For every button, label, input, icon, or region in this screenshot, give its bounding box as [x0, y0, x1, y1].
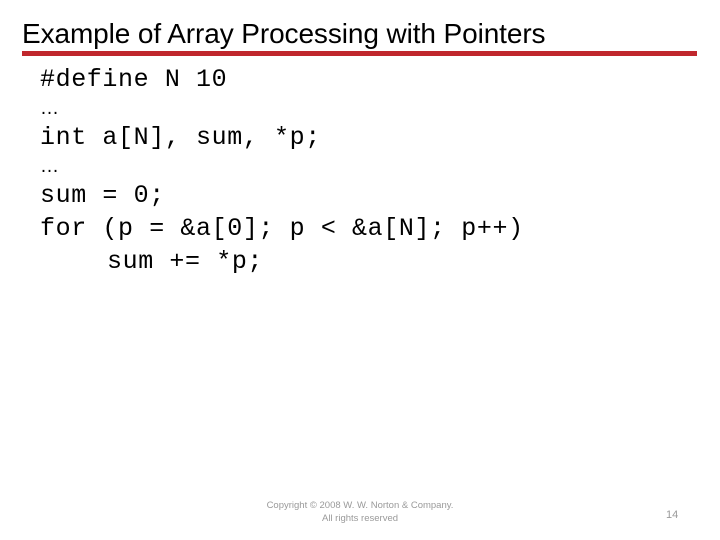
- copyright-line-2: All rights reserved: [321, 513, 399, 524]
- page-number: 14: [666, 509, 679, 521]
- title-underline-rule: [22, 51, 697, 56]
- code-line-define: #define N 10: [40, 65, 228, 94]
- footer-copyright: Copyright © 2008 W. W. Norton & Company.…: [0, 499, 720, 525]
- code-block: #define N 10 … int a[N], sum, *p; … sum …: [40, 63, 700, 278]
- code-line-ellipsis-2: …: [40, 156, 59, 177]
- copyright-line-1: Copyright © 2008 W. W. Norton & Company.: [266, 500, 454, 511]
- code-line-ellipsis-1: …: [40, 98, 59, 119]
- code-line-for-loop: for (p = &a[0]; p < &a[N]; p++): [40, 214, 524, 243]
- code-line-loop-body: sum += *p;: [107, 247, 264, 276]
- code-line-sum-init: sum = 0;: [40, 181, 165, 210]
- slide-canvas: Example of Array Processing with Pointer…: [0, 0, 720, 540]
- code-line-declaration: int a[N], sum, *p;: [40, 123, 321, 152]
- page-title: Example of Array Processing with Pointer…: [22, 18, 546, 49]
